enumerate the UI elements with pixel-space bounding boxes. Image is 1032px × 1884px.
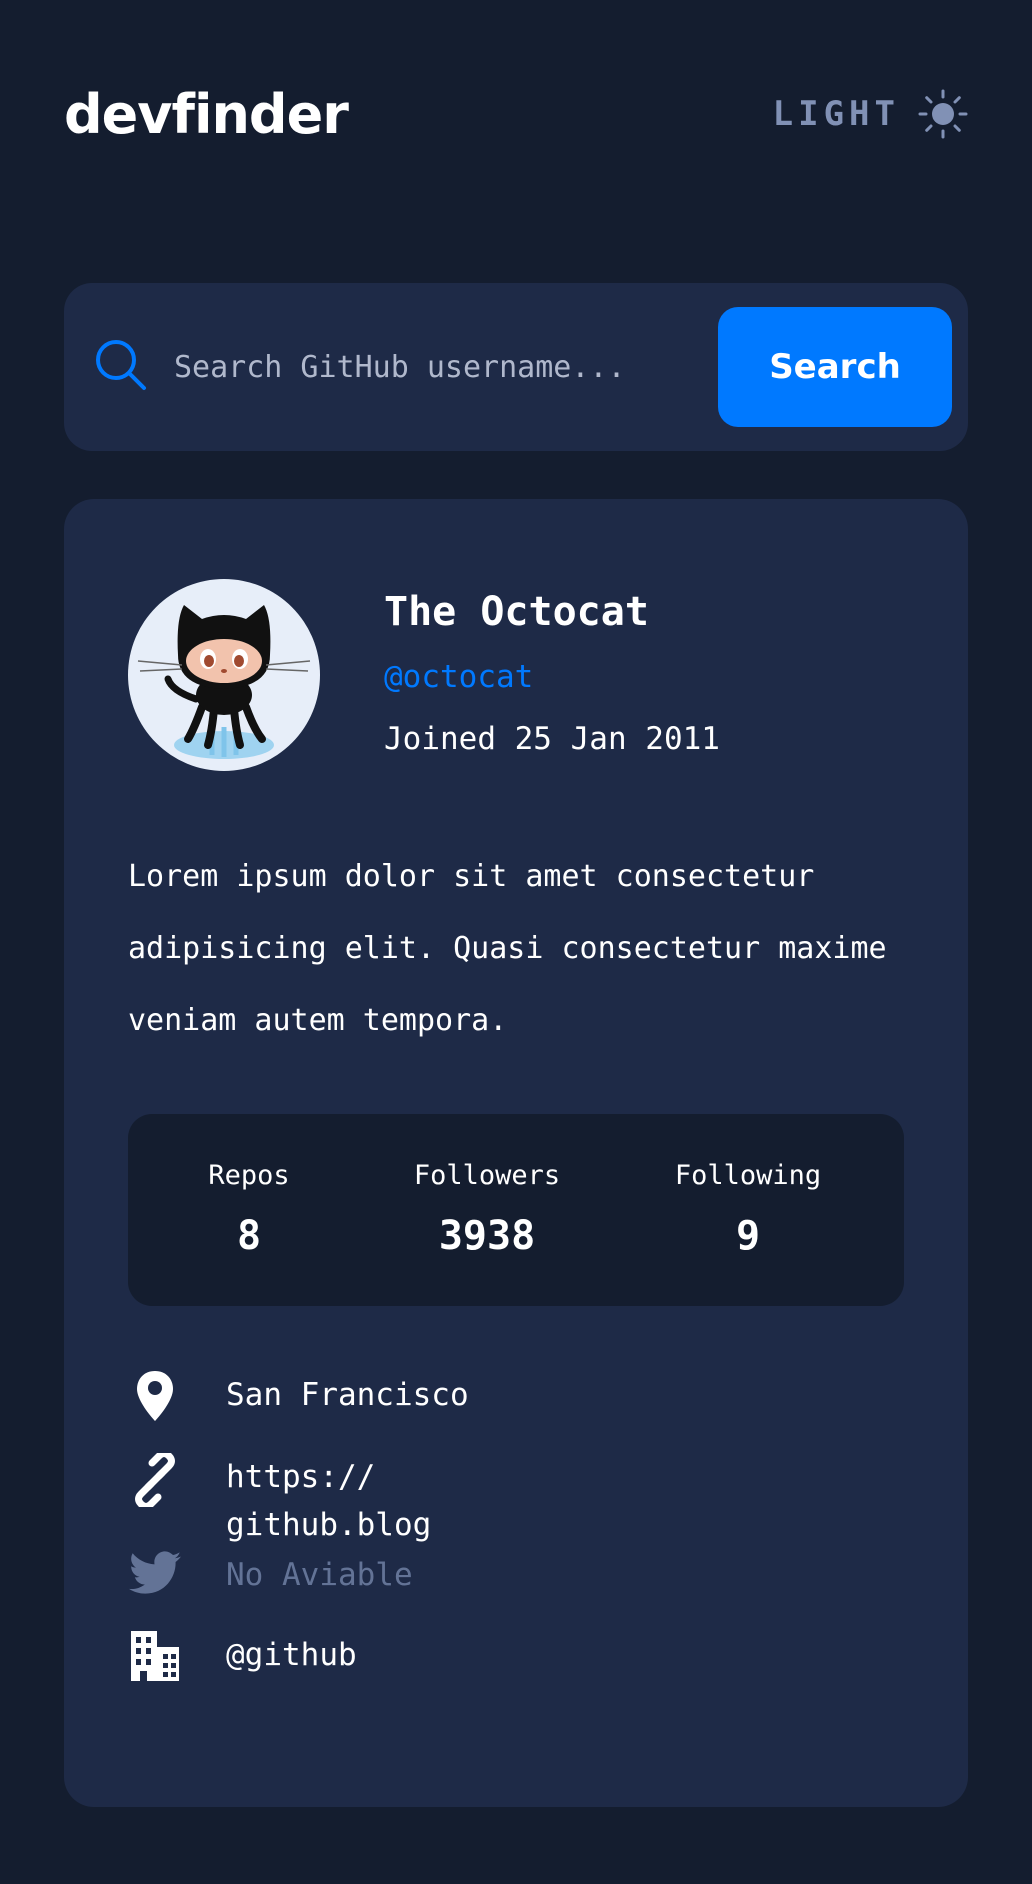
search-input[interactable] — [174, 333, 764, 401]
website-link[interactable]: https:// github.blog — [226, 1453, 506, 1549]
avatar — [128, 579, 320, 771]
twitter-icon — [128, 1551, 182, 1605]
search-icon — [96, 340, 146, 390]
octocat-avatar-icon — [137, 605, 311, 759]
twitter-text: No Aviable — [226, 1557, 413, 1593]
link-icon — [128, 1453, 182, 1507]
profile-card: The Octocat @octocat Joined 25 Jan 2011 … — [64, 499, 968, 1807]
stat-following-label: Following — [674, 1160, 822, 1191]
search-button[interactable]: Search — [718, 307, 952, 427]
stat-followers-value: 3938 — [438, 1213, 536, 1259]
stats-panel: Repos 8 Followers 3938 Following 9 — [128, 1114, 904, 1306]
stat-following: Following 9 — [638, 1160, 858, 1259]
profile-login-link[interactable]: @octocat — [384, 659, 533, 695]
header: devfinder LIGHT — [64, 78, 968, 150]
stat-repos-label: Repos — [208, 1160, 290, 1191]
stat-followers: Followers 3938 — [378, 1160, 596, 1259]
profile-name: The Octocat — [384, 589, 649, 635]
stat-repos-value: 8 — [236, 1213, 262, 1259]
devfinder-page: devfinder LIGHT Search GitHub username..… — [0, 0, 1032, 1884]
website-link-line2: github.blog — [226, 1507, 432, 1543]
theme-toggle-button[interactable]: LIGHT — [773, 89, 968, 139]
company-text[interactable]: @github — [226, 1631, 506, 1679]
building-icon — [128, 1631, 182, 1685]
profile-bio: Lorem ipsum dolor sit amet consectetur a… — [128, 859, 887, 1038]
search-bar: Search — [64, 283, 968, 451]
logo: devfinder — [64, 82, 349, 146]
link-row-twitter: No Aviable — [128, 1551, 413, 1605]
link-row-website: https:// github.blog — [128, 1453, 431, 1543]
location-text: San Francisco — [226, 1377, 469, 1413]
link-row-company: @github — [128, 1631, 357, 1685]
link-row-location: San Francisco — [128, 1369, 469, 1423]
sun-icon — [918, 89, 968, 139]
website-link-line1: https:// — [226, 1459, 376, 1495]
stat-following-value: 9 — [735, 1213, 761, 1259]
stat-followers-label: Followers — [413, 1160, 561, 1191]
theme-toggle-label: LIGHT — [772, 94, 900, 134]
stat-repos: Repos 8 — [168, 1160, 330, 1259]
location-pin-icon — [128, 1369, 182, 1423]
profile-joined-date: Joined 25 Jan 2011 — [384, 721, 720, 757]
